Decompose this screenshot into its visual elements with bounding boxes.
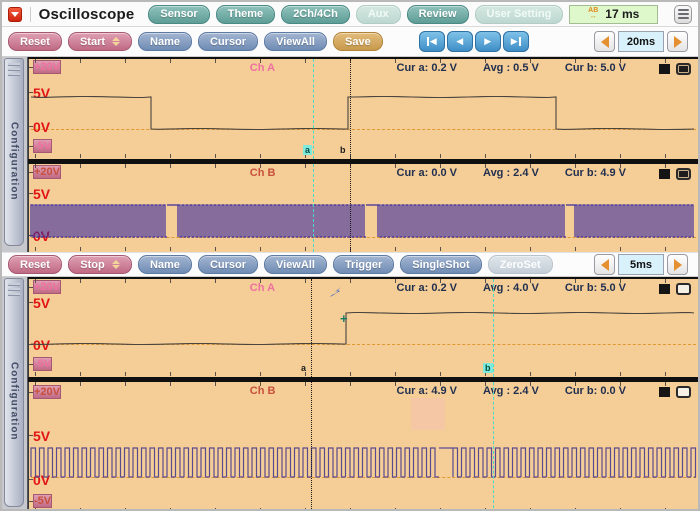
- reset-button-bottom[interactable]: Reset: [8, 255, 62, 274]
- timebase-top: 20ms: [594, 31, 688, 52]
- cursor-a-marker: a: [301, 363, 307, 373]
- channel-mode-button[interactable]: 2Ch/4Ch: [281, 4, 350, 24]
- nav-next-button[interactable]: ▶: [474, 31, 501, 52]
- title-bar: Oscilloscope Sensor Theme 2Ch/4Ch Aux Re…: [2, 2, 698, 27]
- title-separator: [29, 6, 31, 22]
- cursor-dark-line[interactable]: [311, 382, 312, 509]
- timebase-bottom: 5ms: [594, 254, 688, 275]
- timebase-decrease-button[interactable]: [594, 254, 615, 275]
- viewall-button-top[interactable]: ViewAll: [264, 32, 327, 51]
- cursor-b-line[interactable]: [493, 279, 494, 377]
- stepper-icon: [112, 37, 121, 46]
- cursor-button-top[interactable]: Cursor: [198, 32, 259, 51]
- timebase-increase-button[interactable]: [667, 254, 688, 275]
- panel-layout-button[interactable]: [674, 4, 692, 24]
- toolbar-bottom: Reset Stop Name Cursor ViewAll Trigger S…: [2, 252, 698, 277]
- stepper-icon: [111, 260, 120, 269]
- menu-down-icon: [10, 11, 19, 17]
- nav-prev-button[interactable]: ◀: [446, 31, 473, 52]
- sensor-button[interactable]: Sensor: [148, 4, 210, 24]
- highlight-patch: [411, 398, 445, 430]
- start-button[interactable]: Start: [67, 32, 133, 51]
- cursor-a-marker: a: [303, 145, 313, 155]
- record-nav-group: ◀ ◀ ▶ ▶: [418, 31, 529, 52]
- next-icon: ▶: [484, 36, 492, 46]
- nav-first-button[interactable]: ◀: [418, 31, 445, 52]
- scope-area-bottom: Configuration Ch A Cur a: 0.2 V Avg : 4.…: [2, 277, 698, 509]
- trigger-point-icon[interactable]: [329, 285, 343, 297]
- configuration-tab-label: Configuration: [8, 121, 20, 201]
- app-title: Oscilloscope: [38, 5, 135, 23]
- cursor-b-marker: b: [483, 363, 493, 373]
- ab-interval-icon: AB ↔: [588, 7, 599, 20]
- timebase-value-bottom[interactable]: 5ms: [618, 254, 664, 275]
- waveform-trace: [30, 204, 694, 238]
- cursor-b-line[interactable]: [350, 59, 351, 159]
- viewall-button-bottom[interactable]: ViewAll: [264, 255, 327, 274]
- cursor-cyan-line[interactable]: [313, 164, 314, 252]
- cursor-cyan-line[interactable]: [493, 382, 494, 509]
- app-menu-button[interactable]: [8, 6, 22, 22]
- theme-button[interactable]: Theme: [215, 4, 276, 24]
- configuration-tab-label: Configuration: [8, 362, 20, 441]
- scope-area-top: Configuration Ch A Cur a: 0.2 V Avg : 0.…: [2, 57, 698, 252]
- prev-icon: ◀: [429, 36, 437, 46]
- oscilloscope-window: Oscilloscope Sensor Theme 2Ch/4Ch Aux Re…: [0, 0, 700, 511]
- scope-panel-chb-bottom: Ch B Cur a: 4.9 V Avg : 2.4 V Cur b: 0.0…: [28, 382, 698, 509]
- config-gutter-bottom: Configuration: [2, 277, 28, 509]
- zeroset-button: ZeroSet: [487, 255, 553, 274]
- name-button-bottom[interactable]: Name: [137, 255, 192, 274]
- scope-panel-chb-top: Ch B Cur a: 0.0 V Avg : 2.4 V Cur b: 4.9…: [28, 164, 698, 252]
- right-arrow-icon: [673, 258, 682, 271]
- scope-panel-cha-bottom: Ch A Cur a: 0.2 V Avg : 4.0 V Cur b: 5.0…: [28, 279, 698, 377]
- user-setting-button: User Setting: [474, 4, 564, 24]
- next-icon: ▶: [510, 36, 518, 46]
- rise-point-marker: +: [340, 311, 348, 326]
- timebase-increase-button[interactable]: [667, 31, 688, 52]
- timebase-value-top[interactable]: 20ms: [618, 31, 664, 52]
- scope-panel-cha-top: Ch A Cur a: 0.2 V Avg : 0.5 V Cur b: 5.0…: [28, 59, 698, 159]
- config-gutter-top: Configuration: [2, 57, 28, 252]
- waveform-trace: [30, 95, 695, 131]
- singleshot-button[interactable]: SingleShot: [400, 255, 482, 274]
- right-arrow-icon: [673, 35, 682, 48]
- configuration-tab-top[interactable]: Configuration: [4, 58, 24, 246]
- interval-display: AB ↔ 17 ms: [569, 4, 659, 24]
- configuration-tab-bottom[interactable]: Configuration: [4, 278, 24, 507]
- cursor-button-bottom[interactable]: Cursor: [197, 255, 258, 274]
- toolbar-top: Reset Start Name Cursor ViewAll Save ◀ ◀…: [2, 27, 698, 57]
- left-arrow-icon: [600, 258, 609, 271]
- cursor-a-line[interactable]: [313, 59, 314, 159]
- aux-button: Aux: [355, 4, 401, 24]
- nav-last-button[interactable]: ▶: [502, 31, 529, 52]
- trigger-button[interactable]: Trigger: [332, 255, 395, 274]
- name-button-top[interactable]: Name: [138, 32, 192, 51]
- waveform-trace: [30, 447, 697, 478]
- stop-button[interactable]: Stop: [67, 255, 132, 274]
- cursor-b-marker: b: [340, 145, 346, 155]
- cursor-dark-line[interactable]: [350, 164, 351, 252]
- interval-value: 17 ms: [605, 7, 640, 21]
- cursor-a-line[interactable]: [311, 279, 312, 377]
- left-arrow-icon: [600, 35, 609, 48]
- save-button[interactable]: Save: [333, 32, 383, 51]
- review-button[interactable]: Review: [406, 4, 469, 24]
- reset-button-top[interactable]: Reset: [8, 32, 62, 51]
- waveform-trace: [30, 311, 695, 346]
- timebase-decrease-button[interactable]: [594, 31, 615, 52]
- prev-icon: ◀: [456, 36, 464, 46]
